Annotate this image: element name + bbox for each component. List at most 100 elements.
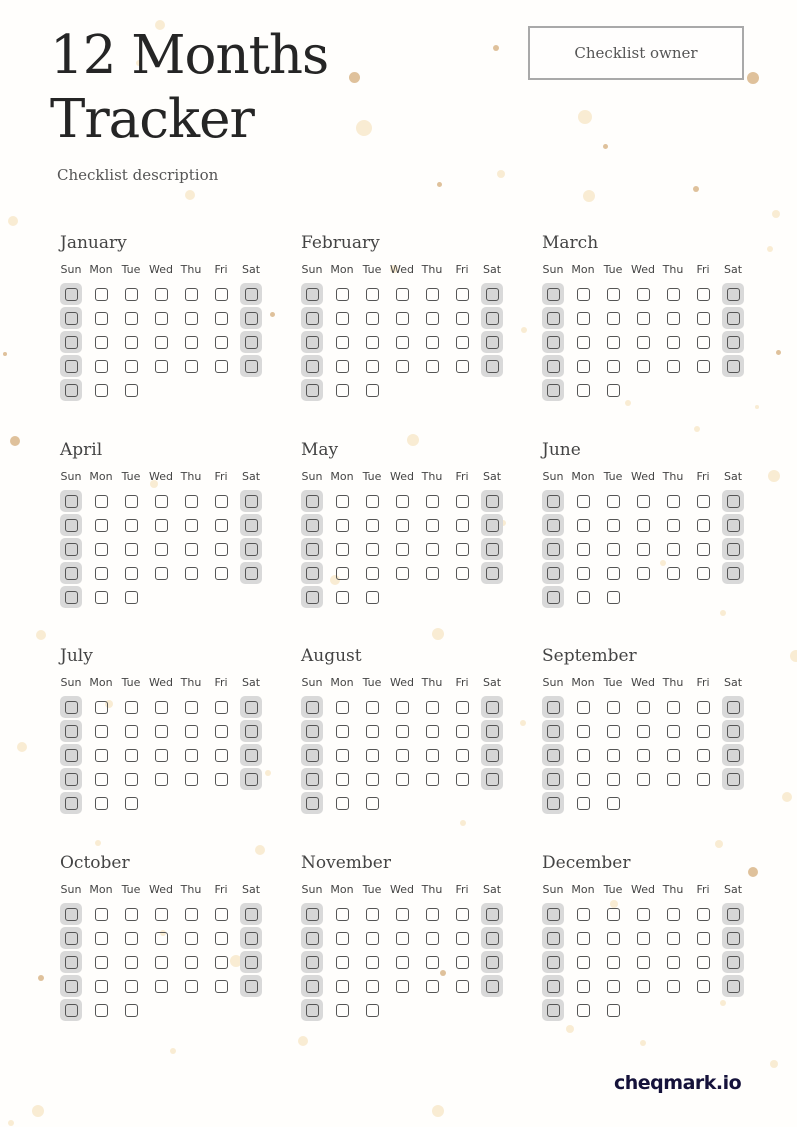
day-checkbox[interactable]: [94, 748, 108, 762]
day-checkbox[interactable]: [606, 335, 620, 349]
day-checkbox[interactable]: [214, 311, 228, 325]
day-checkbox[interactable]: [154, 724, 168, 738]
day-checkbox[interactable]: [124, 359, 138, 373]
day-checkbox[interactable]: [425, 955, 439, 969]
day-checkbox[interactable]: [696, 772, 710, 786]
day-checkbox[interactable]: [636, 724, 650, 738]
day-checkbox[interactable]: [214, 359, 228, 373]
day-checkbox[interactable]: [154, 955, 168, 969]
day-checkbox[interactable]: [636, 287, 650, 301]
day-checkbox[interactable]: [214, 542, 228, 556]
day-checkbox[interactable]: [696, 518, 710, 532]
day-checkbox[interactable]: [64, 724, 78, 738]
day-checkbox[interactable]: [365, 311, 379, 325]
day-checkbox[interactable]: [636, 931, 650, 945]
day-checkbox[interactable]: [395, 700, 409, 714]
day-checkbox[interactable]: [696, 494, 710, 508]
day-checkbox[interactable]: [124, 383, 138, 397]
day-checkbox[interactable]: [244, 724, 258, 738]
day-checkbox[interactable]: [184, 748, 198, 762]
day-checkbox[interactable]: [305, 566, 319, 580]
day-checkbox[interactable]: [214, 700, 228, 714]
day-checkbox[interactable]: [726, 907, 740, 921]
day-checkbox[interactable]: [64, 700, 78, 714]
day-checkbox[interactable]: [666, 335, 680, 349]
day-checkbox[interactable]: [305, 748, 319, 762]
day-checkbox[interactable]: [244, 335, 258, 349]
day-checkbox[interactable]: [64, 955, 78, 969]
day-checkbox[interactable]: [576, 700, 590, 714]
day-checkbox[interactable]: [425, 287, 439, 301]
day-checkbox[interactable]: [606, 494, 620, 508]
day-checkbox[interactable]: [365, 700, 379, 714]
day-checkbox[interactable]: [64, 748, 78, 762]
day-checkbox[interactable]: [305, 542, 319, 556]
day-checkbox[interactable]: [244, 700, 258, 714]
day-checkbox[interactable]: [636, 359, 650, 373]
day-checkbox[interactable]: [395, 335, 409, 349]
day-checkbox[interactable]: [485, 931, 499, 945]
day-checkbox[interactable]: [455, 700, 469, 714]
day-checkbox[interactable]: [64, 796, 78, 810]
day-checkbox[interactable]: [425, 724, 439, 738]
day-checkbox[interactable]: [666, 359, 680, 373]
day-checkbox[interactable]: [214, 566, 228, 580]
day-checkbox[interactable]: [726, 359, 740, 373]
day-checkbox[interactable]: [184, 907, 198, 921]
day-checkbox[interactable]: [305, 955, 319, 969]
day-checkbox[interactable]: [546, 311, 560, 325]
day-checkbox[interactable]: [184, 542, 198, 556]
day-checkbox[interactable]: [124, 590, 138, 604]
day-checkbox[interactable]: [124, 518, 138, 532]
day-checkbox[interactable]: [365, 494, 379, 508]
day-checkbox[interactable]: [64, 383, 78, 397]
day-checkbox[interactable]: [94, 542, 108, 556]
day-checkbox[interactable]: [425, 311, 439, 325]
day-checkbox[interactable]: [154, 772, 168, 786]
day-checkbox[interactable]: [124, 724, 138, 738]
day-checkbox[interactable]: [546, 590, 560, 604]
day-checkbox[interactable]: [425, 494, 439, 508]
day-checkbox[interactable]: [214, 287, 228, 301]
day-checkbox[interactable]: [546, 724, 560, 738]
day-checkbox[interactable]: [335, 955, 349, 969]
day-checkbox[interactable]: [546, 335, 560, 349]
day-checkbox[interactable]: [726, 542, 740, 556]
day-checkbox[interactable]: [726, 518, 740, 532]
day-checkbox[interactable]: [546, 931, 560, 945]
day-checkbox[interactable]: [606, 383, 620, 397]
day-checkbox[interactable]: [94, 359, 108, 373]
day-checkbox[interactable]: [726, 311, 740, 325]
day-checkbox[interactable]: [636, 518, 650, 532]
day-checkbox[interactable]: [696, 700, 710, 714]
day-checkbox[interactable]: [154, 907, 168, 921]
day-checkbox[interactable]: [726, 724, 740, 738]
day-checkbox[interactable]: [696, 748, 710, 762]
day-checkbox[interactable]: [124, 931, 138, 945]
day-checkbox[interactable]: [576, 748, 590, 762]
day-checkbox[interactable]: [124, 287, 138, 301]
day-checkbox[interactable]: [244, 979, 258, 993]
day-checkbox[interactable]: [184, 979, 198, 993]
day-checkbox[interactable]: [696, 359, 710, 373]
day-checkbox[interactable]: [94, 700, 108, 714]
day-checkbox[interactable]: [576, 979, 590, 993]
day-checkbox[interactable]: [636, 772, 650, 786]
day-checkbox[interactable]: [726, 955, 740, 969]
day-checkbox[interactable]: [365, 907, 379, 921]
day-checkbox[interactable]: [64, 907, 78, 921]
day-checkbox[interactable]: [636, 542, 650, 556]
day-checkbox[interactable]: [124, 772, 138, 786]
day-checkbox[interactable]: [546, 955, 560, 969]
day-checkbox[interactable]: [696, 335, 710, 349]
day-checkbox[interactable]: [546, 907, 560, 921]
day-checkbox[interactable]: [94, 590, 108, 604]
day-checkbox[interactable]: [335, 931, 349, 945]
day-checkbox[interactable]: [576, 383, 590, 397]
day-checkbox[interactable]: [425, 700, 439, 714]
day-checkbox[interactable]: [335, 907, 349, 921]
day-checkbox[interactable]: [666, 907, 680, 921]
day-checkbox[interactable]: [606, 907, 620, 921]
day-checkbox[interactable]: [154, 335, 168, 349]
day-checkbox[interactable]: [696, 287, 710, 301]
